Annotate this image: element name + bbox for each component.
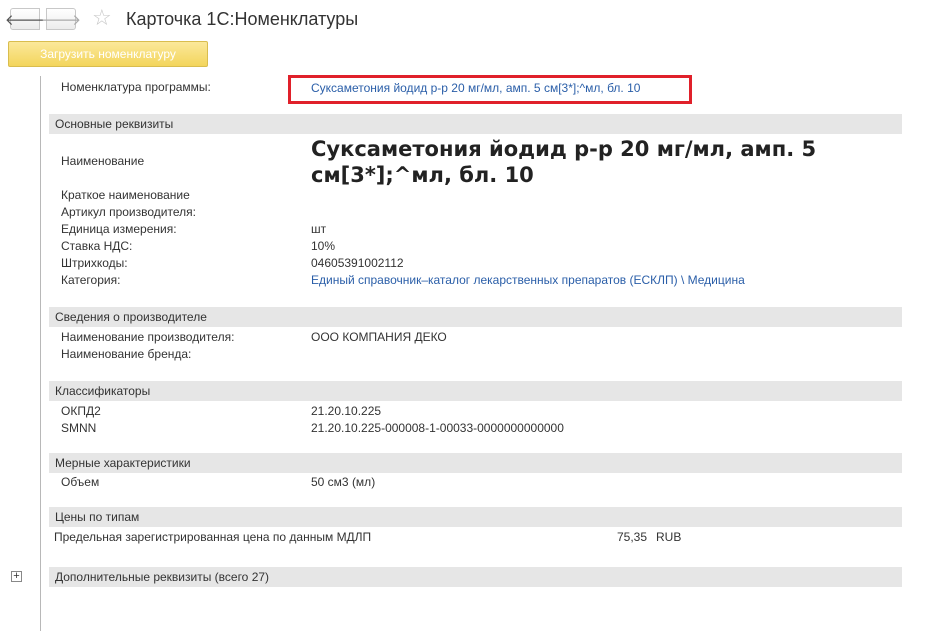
- program-nomenclature-link[interactable]: Суксаметония йодид р-р 20 мг/мл, амп. 5 …: [311, 81, 640, 95]
- page-title: Карточка 1С:Номенклатуры: [126, 9, 359, 29]
- forward-button[interactable]: 🡒: [41, 8, 81, 30]
- section-measures[interactable]: Мерные характеристики: [49, 453, 902, 473]
- vat-value: 10%: [311, 239, 336, 253]
- price-amount: 75,35: [617, 530, 648, 544]
- arrow-left-icon: 🡐: [4, 11, 46, 29]
- left-divider: [40, 76, 41, 631]
- section-classifiers[interactable]: Классификаторы: [49, 381, 902, 401]
- price-currency: RUB: [656, 530, 682, 544]
- favorite-star-icon[interactable]: ☆: [92, 6, 112, 30]
- section-main-requisites[interactable]: Основные реквизиты: [49, 114, 902, 134]
- article-label: Артикул производителя:: [61, 205, 196, 219]
- manufacturer-name-value: ООО КОМПАНИЯ ДЕКО: [311, 330, 447, 344]
- program-nomenclature-label: Номенклатура программы:: [61, 80, 211, 94]
- vat-label: Ставка НДС:: [61, 239, 133, 253]
- price-row-label: Предельная зарегистрированная цена по да…: [54, 530, 372, 544]
- category-link[interactable]: Единый справочник–каталог лекарственных …: [311, 273, 745, 287]
- manufacturer-name-label: Наименование производителя:: [61, 330, 235, 344]
- barcode-value: 04605391002112: [311, 256, 404, 270]
- product-name: Суксаметония йодид р-р 20 мг/мл, амп. 5 …: [311, 137, 817, 187]
- brand-label: Наименование бренда:: [61, 347, 192, 361]
- okpd2-value: 21.20.10.225: [311, 404, 382, 418]
- back-button[interactable]: 🡐: [5, 8, 45, 30]
- name-label: Наименование: [61, 154, 145, 168]
- volume-label: Объем: [61, 475, 100, 489]
- unit-label: Единица измерения:: [61, 222, 177, 236]
- category-label: Категория:: [61, 273, 121, 287]
- arrow-right-icon: 🡒: [40, 11, 82, 29]
- volume-value: 50 см3 (мл): [311, 475, 376, 489]
- barcode-label: Штрихкоды:: [61, 256, 128, 270]
- section-manufacturer[interactable]: Сведения о производителе: [49, 307, 902, 327]
- smnn-label: SMNN: [61, 421, 97, 435]
- expand-plus-icon[interactable]: +: [11, 571, 22, 582]
- smnn-value: 21.20.10.225-000008-1-00033-000000000000…: [311, 421, 564, 435]
- short-name-label: Краткое наименование: [61, 188, 190, 202]
- load-nomenclature-button[interactable]: Загрузить номенклатуру: [8, 41, 208, 67]
- section-additional-requisites[interactable]: Дополнительные реквизиты (всего 27): [49, 567, 902, 587]
- unit-value: шт: [311, 222, 327, 236]
- section-prices[interactable]: Цены по типам: [49, 507, 902, 527]
- okpd2-label: ОКПД2: [61, 404, 101, 418]
